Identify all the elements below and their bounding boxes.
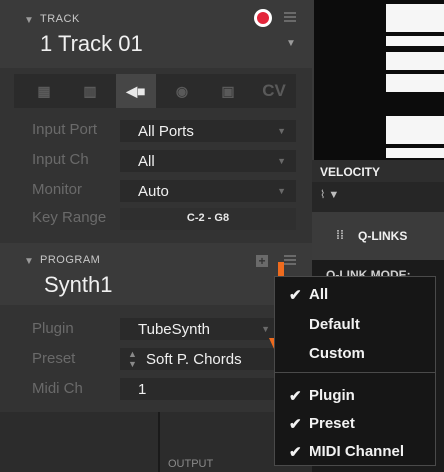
inspector-panel: ▼ TRACK 1 Track 01 ▼ ▦ ▥ ◀■ ◉ ▣ CV Input…: [0, 0, 312, 472]
plugin-select[interactable]: TubeSynth ▼: [120, 318, 280, 340]
qlinks-button[interactable]: ⁞⁞ Q-LINKS: [312, 212, 444, 260]
monitor-select[interactable]: Auto ▼: [120, 180, 296, 202]
check-icon: ✔: [289, 388, 302, 405]
input-port-select[interactable]: All Ports ▼: [120, 120, 296, 142]
menu-item-plugin[interactable]: ✔ Plugin: [275, 383, 435, 409]
preset-stepper-icon[interactable]: ▲ ▼: [128, 349, 137, 369]
record-arm-icon[interactable]: [254, 9, 272, 27]
cv-tab[interactable]: CV: [254, 74, 294, 108]
track-menu-icon[interactable]: [284, 12, 296, 22]
menu-item-preset[interactable]: ✔ Preset: [275, 411, 435, 437]
track-section-label: TRACK: [40, 13, 80, 25]
piano-roll-keys[interactable]: [312, 0, 444, 160]
input-ch-select[interactable]: All ▼: [120, 150, 296, 172]
cloud-icon[interactable]: ◉: [162, 74, 202, 108]
program-name[interactable]: Synth1: [44, 272, 113, 298]
track-tab-bar: ▦ ▥ ◀■ ◉ ▣ CV: [14, 74, 296, 108]
midi-ch-select[interactable]: 1: [120, 378, 280, 400]
box-icon[interactable]: ▣: [208, 74, 248, 108]
view-filter-menu: ✔ All Default Custom ✔ Plugin ✔ Preset ✔…: [274, 276, 436, 466]
menu-divider: [275, 372, 435, 373]
track-name[interactable]: 1 Track 01: [40, 31, 143, 57]
program-header: ▼ PROGRAM Synth1 +: [0, 243, 312, 305]
menu-item-custom[interactable]: Custom: [275, 341, 435, 367]
velocity-header[interactable]: VELOCITY: [312, 160, 444, 182]
add-program-icon[interactable]: +: [256, 255, 268, 267]
key-range-label: Key Range: [32, 209, 107, 226]
track-dropdown-icon[interactable]: ▼: [286, 38, 296, 49]
input-ch-label: Input Ch: [32, 151, 89, 168]
velocity-tools: ⌇ ▼: [312, 182, 444, 212]
program-collapse-icon[interactable]: ▼: [24, 256, 34, 267]
piano-key[interactable]: [386, 4, 444, 32]
curve-tool-icon[interactable]: ⌇ ▼: [320, 188, 339, 201]
check-icon: ✔: [289, 416, 302, 433]
program-section-label: PROGRAM: [40, 254, 101, 266]
midi-ch-label: Midi Ch: [32, 380, 83, 397]
piano-key[interactable]: [386, 52, 444, 70]
bottom-strip: OUTPUT: [0, 412, 312, 472]
velocity-label: VELOCITY: [320, 165, 381, 179]
qlinks-icon: ⁞⁞: [336, 228, 344, 242]
menu-item-default[interactable]: Default: [275, 312, 435, 338]
piano-key[interactable]: [386, 36, 444, 46]
menu-item-all[interactable]: ✔ All: [275, 282, 435, 308]
qlinks-label: Q-LINKS: [358, 229, 408, 243]
output-label: OUTPUT: [168, 458, 214, 470]
track-collapse-icon[interactable]: ▼: [24, 15, 34, 26]
monitor-label: Monitor: [32, 181, 83, 198]
check-icon: ✔: [289, 444, 302, 461]
input-port-label: Input Port: [32, 121, 98, 138]
piano-key[interactable]: [386, 116, 444, 144]
track-header: ▼ TRACK 1 Track 01 ▼: [0, 0, 312, 68]
piano-key[interactable]: [386, 148, 444, 158]
keyboard-icon[interactable]: ▥: [70, 74, 110, 108]
plug-icon[interactable]: ◀■: [116, 74, 156, 108]
preset-select[interactable]: ▲ ▼ Soft P. Chords: [120, 348, 280, 370]
check-icon: ✔: [289, 287, 302, 304]
piano-key[interactable]: [386, 74, 444, 92]
key-range-field[interactable]: C-2 - G8: [120, 208, 296, 230]
grid-icon[interactable]: ▦: [24, 74, 64, 108]
preset-label: Preset: [32, 350, 76, 367]
plugin-label: Plugin: [32, 320, 74, 337]
menu-item-midi-channel[interactable]: ✔ MIDI Channel: [275, 439, 435, 465]
